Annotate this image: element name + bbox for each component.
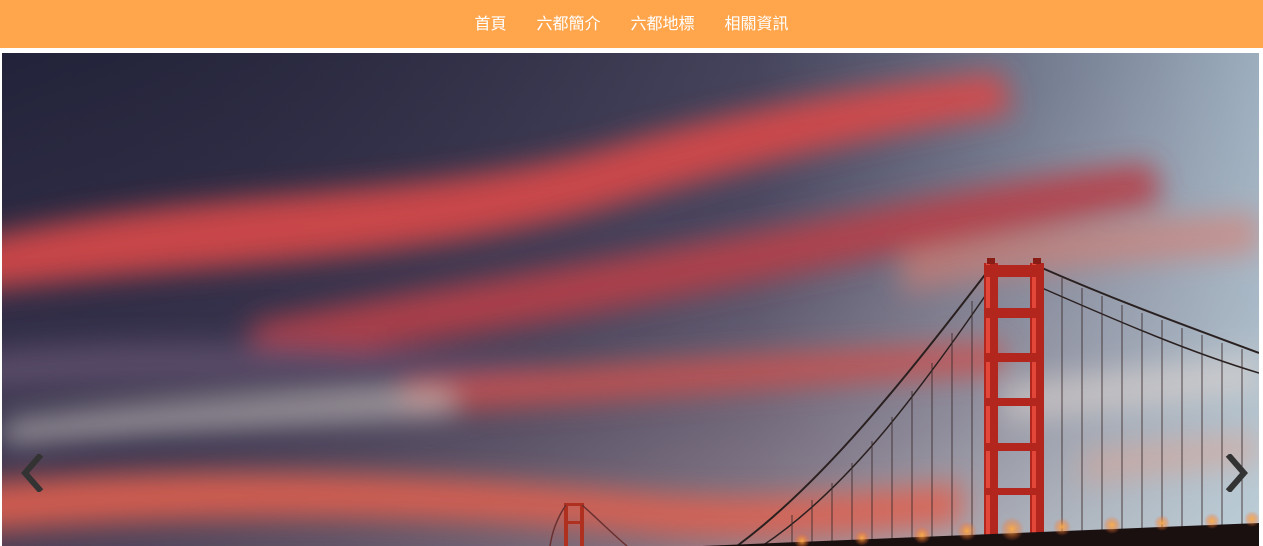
top-navbar: 首頁 六都簡介 六都地標 相關資訊 bbox=[0, 0, 1263, 48]
nav-item-info[interactable]: 相關資訊 bbox=[725, 0, 789, 48]
nav-divider bbox=[0, 48, 1263, 50]
chevron-right-icon bbox=[1225, 454, 1248, 492]
image-carousel bbox=[2, 53, 1259, 546]
nav-item-intro[interactable]: 六都簡介 bbox=[536, 0, 600, 48]
nav-item-home[interactable]: 首頁 bbox=[474, 0, 506, 48]
carousel-next-button[interactable] bbox=[1217, 448, 1257, 498]
carousel-prev-button[interactable] bbox=[12, 448, 52, 498]
carousel-slide-image bbox=[2, 53, 1259, 546]
chevron-left-icon bbox=[21, 454, 44, 492]
page-edge bbox=[1259, 48, 1263, 546]
nav-item-landmarks[interactable]: 六都地標 bbox=[631, 0, 695, 48]
